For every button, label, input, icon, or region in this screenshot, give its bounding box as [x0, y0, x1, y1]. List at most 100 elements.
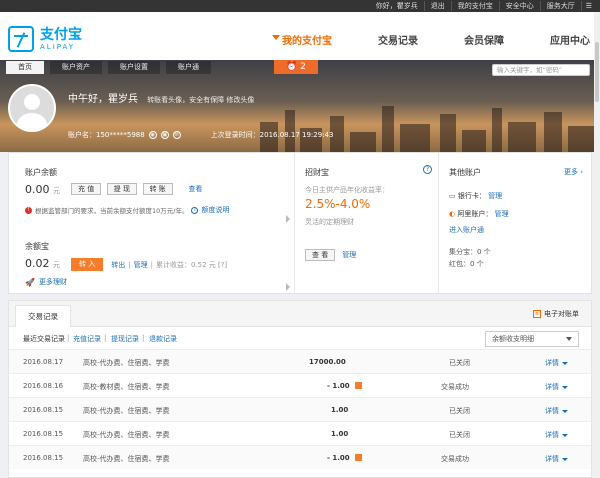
tx-date: 2016.08.15	[23, 430, 64, 438]
tx-desc: 高校-代办费、住宿费、学费	[83, 455, 170, 463]
table-row[interactable]: 2016.08.15 高校-代办费、住宿费、学费 1.00 已关闭 详情	[9, 421, 591, 445]
main-nav: 我的支付宝 交易记录 会员保障 应用中心	[236, 32, 590, 47]
enter-account-link[interactable]: 进入账户通	[449, 225, 484, 235]
tx-amount: - 1.00	[327, 454, 350, 462]
jibao-count: 集分宝：0 个	[449, 248, 491, 256]
profile-banner: 首页 账户资产 账户设置 账户通 输入关键字，如“密码” ⏰ 2 中午好，瞿岁兵…	[0, 60, 600, 152]
menu-icon[interactable]: ☰	[580, 1, 596, 11]
bank-card-icon: ▭	[449, 192, 456, 200]
tx-amount: - 1.00	[327, 382, 350, 390]
filter-recent[interactable]: 最近交易记录	[23, 334, 65, 344]
tx-desc: 高校-代办费、住宿费、学费	[83, 359, 170, 367]
phone-bind-icon[interactable]: ▣	[160, 131, 169, 139]
alibaba-manage-link[interactable]: 管理	[495, 210, 509, 218]
help-icon[interactable]: ?	[423, 165, 432, 174]
alipay-logo[interactable]: 支付宝 ALIPAY	[8, 26, 82, 52]
transactions-tabbar: 交易记录 ≡ 电子对账单	[9, 301, 591, 327]
balance-notice: ! 根据监管部门的要求，当前余额支付额度10万元/年。 i 额度说明	[25, 205, 229, 215]
tx-detail-link[interactable]: 详情	[545, 454, 568, 464]
tx-status: 已关闭	[449, 407, 470, 415]
ebill-link[interactable]: ≡ 电子对账单	[533, 309, 579, 319]
tx-date: 2016.08.17	[23, 358, 64, 366]
tx-status: 交易成功	[441, 383, 469, 391]
recharge-button[interactable]: 充 值	[71, 183, 102, 195]
subnav-assets[interactable]: 账户资产	[50, 61, 102, 74]
chevron-right-icon: ›	[580, 168, 583, 176]
withdraw-button[interactable]: 提 现	[106, 183, 138, 195]
security-center-link[interactable]: 安全中心	[498, 1, 540, 11]
zhaocaibao-rate: 2.5%-4.0%	[305, 197, 371, 211]
alarm-clock-icon: ⏰	[286, 62, 298, 72]
service-hall-link[interactable]: 服务大厅	[539, 1, 581, 11]
warning-icon: !	[25, 206, 32, 214]
tx-date: 2016.08.15	[23, 454, 64, 462]
avatar-security-tagline[interactable]: 转账看头像，安全有保障 修改头像	[147, 96, 254, 104]
alarm-reminder-button[interactable]: ⏰ 2	[274, 60, 318, 74]
bank-card-manage-link[interactable]: 管理	[488, 192, 502, 200]
logout-link[interactable]: 退出	[423, 1, 451, 11]
filter-recharge[interactable]: 充值记录	[73, 334, 101, 344]
transfer-button[interactable]: 转 账	[142, 183, 173, 195]
balance-amount-wrap: 0.00 元	[25, 183, 60, 196]
yuebao-amount: 0.02	[25, 257, 50, 270]
tx-desc: 高校-代办费、住宿费、学费	[83, 431, 170, 439]
tx-detail-link[interactable]: 详情	[545, 382, 568, 392]
filter-refund[interactable]: 退款记录	[149, 334, 177, 344]
tx-amount: 1.00	[331, 406, 349, 414]
subnav-settings[interactable]: 账户设置	[108, 61, 160, 74]
email-bind-icon[interactable]: ✉	[172, 131, 181, 139]
tx-detail-link[interactable]: 详情	[545, 358, 568, 368]
tx-detail-link[interactable]: 详情	[545, 406, 568, 416]
bank-card-line: ▭ 银行卡： 管理	[449, 192, 503, 200]
transfer-in-button[interactable]: 转 入	[71, 258, 104, 271]
page-scrollbar[interactable]	[594, 12, 600, 478]
transactions-type-select[interactable]: 余额收支明细	[485, 331, 579, 347]
my-alipay-link[interactable]: 我的支付宝	[450, 1, 499, 11]
yuebao-actions: 转 入 转出 | 管理 | 累计收益：0.52 元 [?]	[71, 258, 227, 271]
zhaocaibao-actions: 查 看 管理	[305, 249, 356, 261]
table-row[interactable]: 2016.08.17 高校-代办费、住宿费、学费 17000.00 已关闭 详情	[9, 349, 591, 373]
tab-transactions[interactable]: 交易记录	[15, 305, 71, 327]
tx-date: 2016.08.16	[23, 382, 64, 390]
search-input[interactable]: 输入关键字，如“密码”	[492, 64, 590, 76]
table-row[interactable]: 2016.08.15 高校-代办费、住宿费、学费 1.00 已关闭 详情	[9, 397, 591, 421]
yuebao-manage-link[interactable]: 管理	[134, 260, 148, 270]
zhaocaibao-column: 招财宝 ? 今日主供产品年化收益率： 2.5%-4.0% 灵活的定期理财 查 看…	[295, 153, 439, 293]
balance-actions: 充 值 提 现 转 账 查看	[71, 183, 202, 195]
zhaocaibao-view-button[interactable]: 查 看	[305, 249, 336, 261]
chevron-right-icon	[286, 283, 290, 291]
quota-explain-link[interactable]: 额度说明	[201, 205, 229, 215]
expense-icon	[355, 454, 362, 461]
yuebao-unit: 元	[53, 261, 60, 269]
subnav-home[interactable]: 首页	[6, 61, 44, 74]
yuebao-amount-wrap: 0.02 元	[25, 257, 60, 270]
nav-member-protection[interactable]: 会员保障	[454, 32, 504, 47]
rocket-icon: 🚀	[25, 277, 35, 287]
table-row[interactable]: 2016.08.16 高校-教材费、住宿费、学费 - 1.00 交易成功 详情	[9, 373, 591, 397]
logo-cn-text: 支付宝	[40, 27, 82, 43]
nav-transactions[interactable]: 交易记录	[368, 32, 418, 47]
id-verify-icon[interactable]: ◉	[148, 131, 157, 139]
transfer-out-link[interactable]: 转出	[111, 260, 125, 270]
table-row[interactable]: 2016.08.15 高校-代办费、住宿费、学费 - 1.00 交易成功 详情	[9, 445, 591, 469]
tx-detail-link[interactable]: 详情	[545, 430, 568, 440]
balance-column: 账户余额 0.00 元 充 值 提 现 转 账 查看 ! 根据监管部门的要求，当…	[9, 153, 295, 293]
alibaba-account-line: ◐ 阿里账户： 管理	[449, 210, 509, 218]
subnav-account-link[interactable]: 账户通	[166, 61, 211, 74]
tx-status: 已关闭	[449, 359, 470, 367]
avatar[interactable]	[8, 84, 56, 132]
view-balance-link[interactable]: 查看	[188, 185, 202, 193]
filter-withdraw[interactable]: 提现记录	[111, 334, 139, 344]
assets-panel: 账户余额 0.00 元 充 值 提 现 转 账 查看 ! 根据监管部门的要求，当…	[8, 152, 592, 294]
bill-icon: ≡	[533, 310, 541, 318]
nav-app-center[interactable]: 应用中心	[540, 32, 590, 47]
nav-my-alipay[interactable]: 我的支付宝	[272, 32, 332, 47]
zhaocaibao-manage-link[interactable]: 管理	[342, 250, 356, 260]
other-accounts-more-link[interactable]: 更多 ›	[564, 167, 583, 177]
zhaocaibao-subtitle: 今日主供产品年化收益率：	[305, 186, 389, 194]
profile-greeting: 中午好，瞿岁兵 转账看头像，安全有保障 修改头像	[68, 94, 255, 105]
tx-status: 已关闭	[449, 431, 470, 439]
expense-icon	[355, 382, 362, 389]
more-finance[interactable]: 🚀 更多理财	[25, 277, 67, 287]
tx-amount: 17000.00	[309, 358, 346, 366]
